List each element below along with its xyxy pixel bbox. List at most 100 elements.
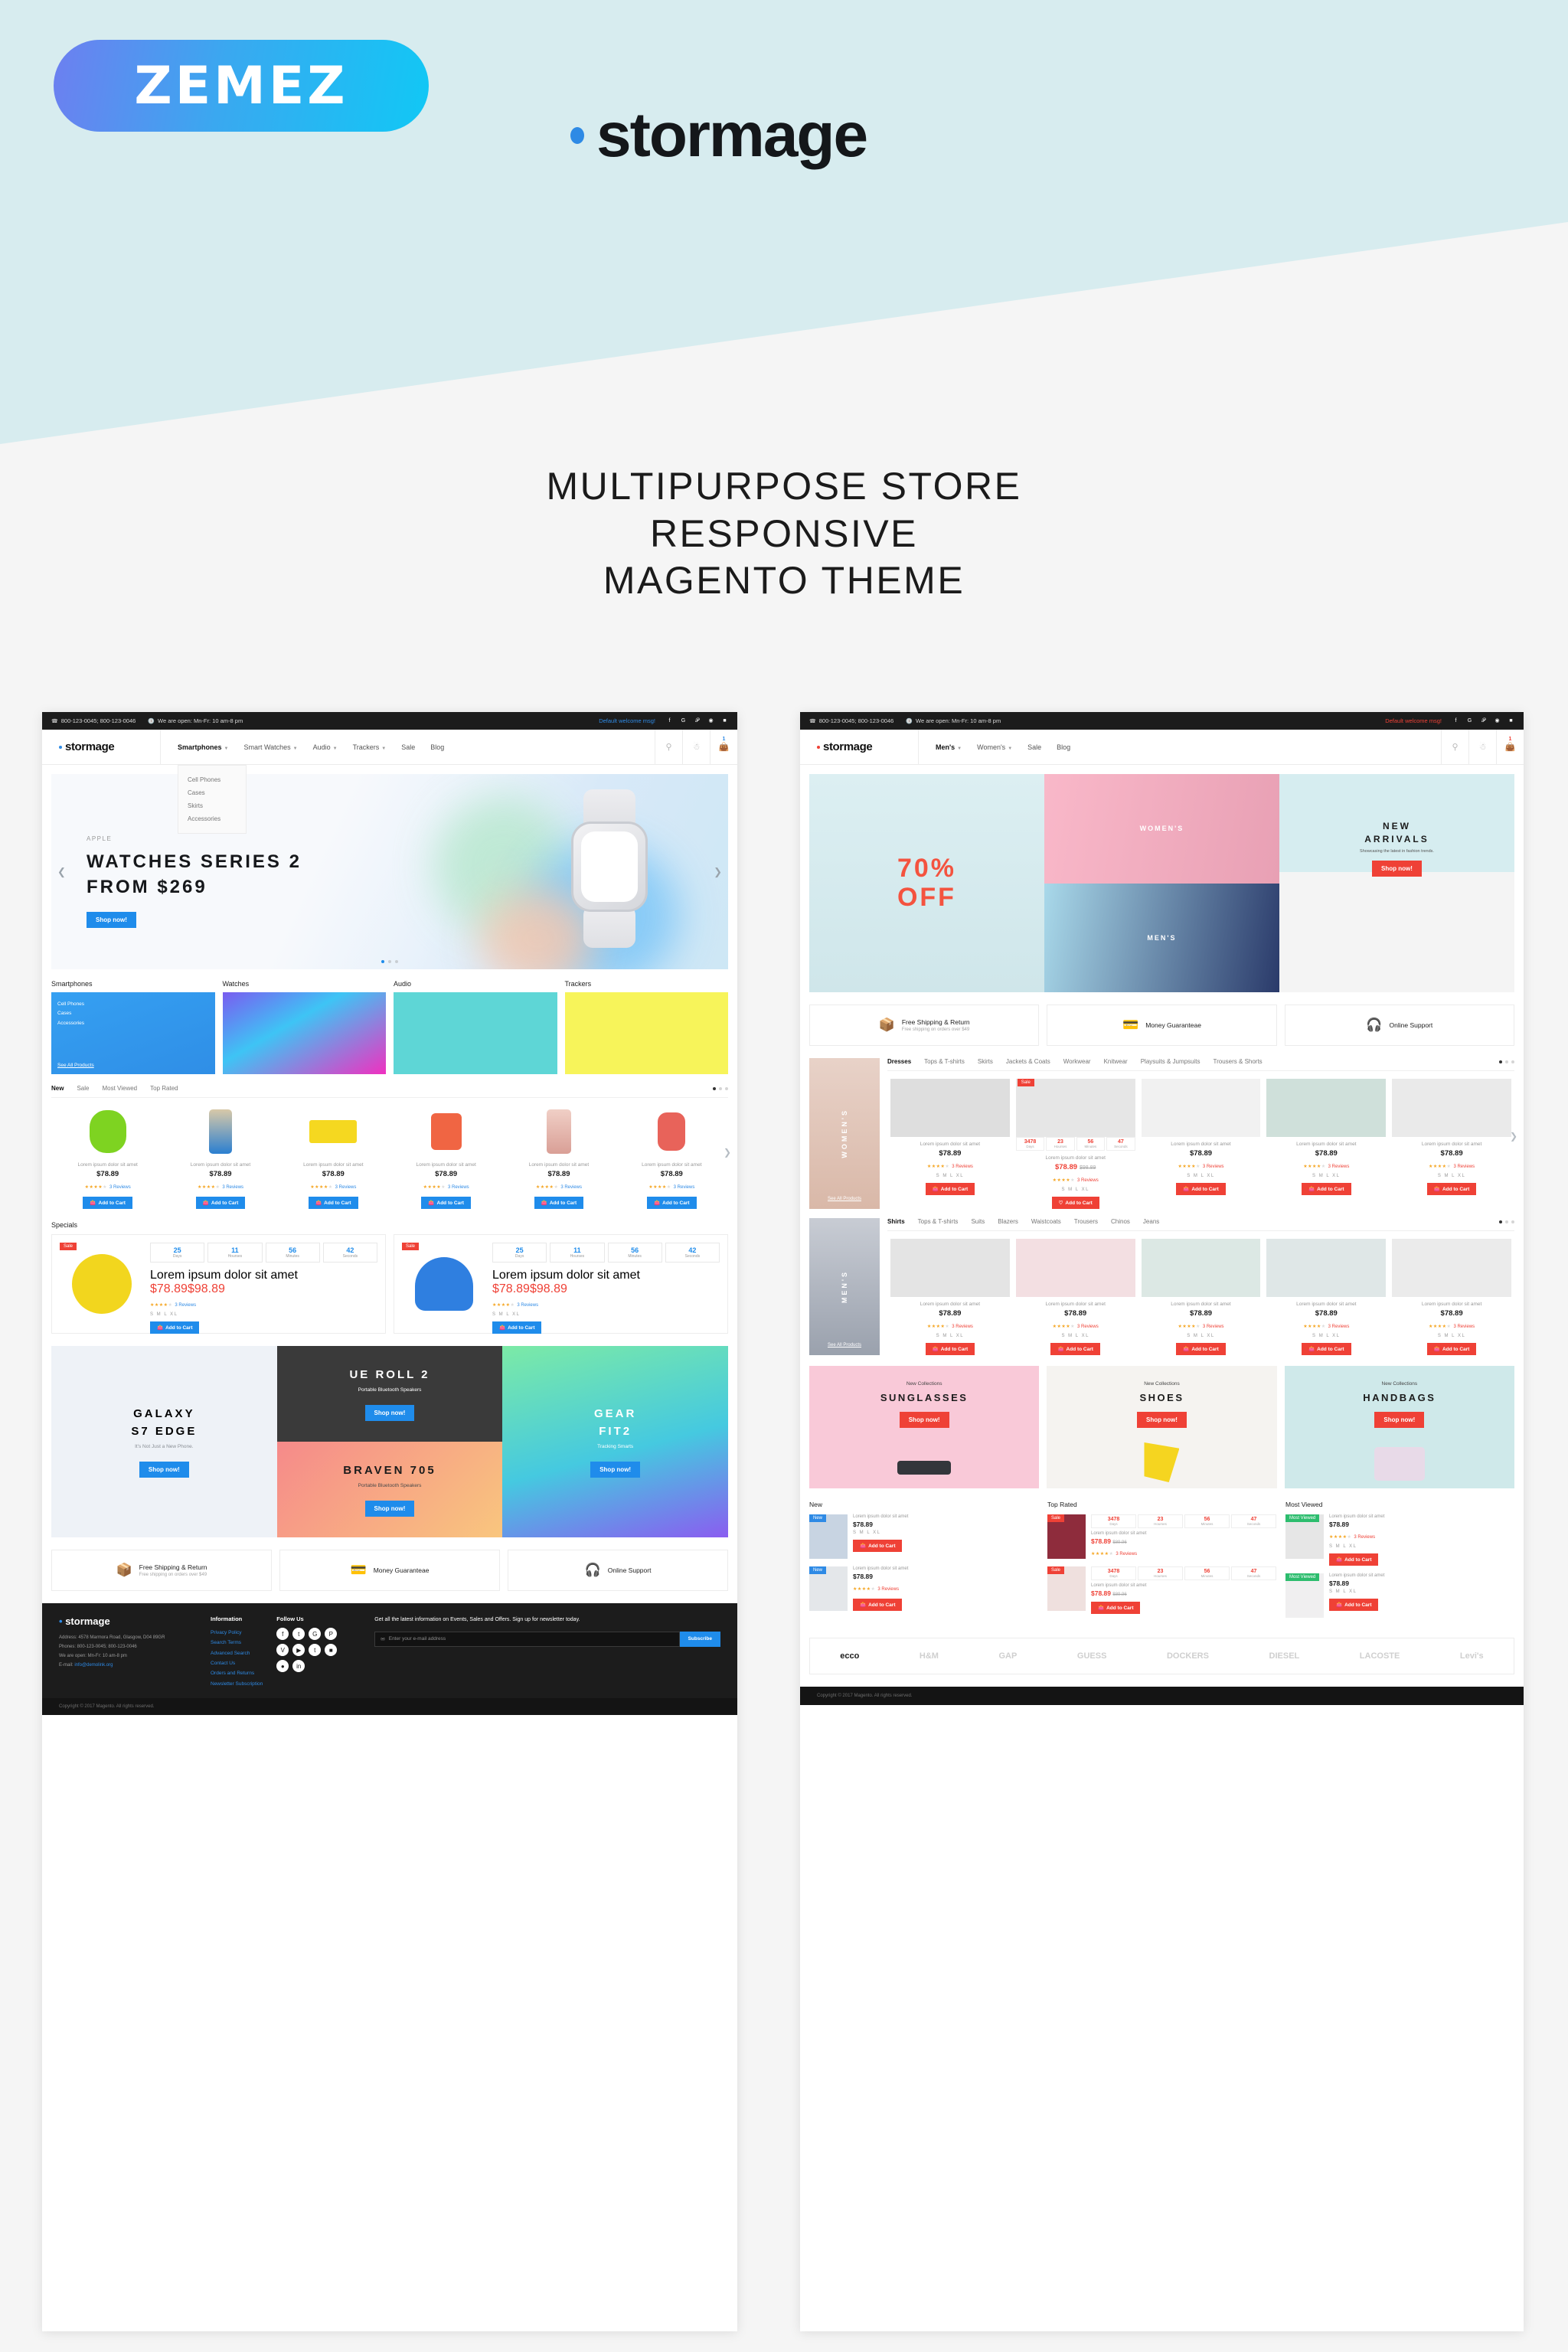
list-item[interactable]: Sale 3478 Days 23 Hourses 56 Minutes 47 Seco…	[1047, 1514, 1276, 1559]
tabs-pagination[interactable]	[1499, 1060, 1514, 1063]
product-reviews[interactable]: 3 Reviews	[674, 1185, 695, 1190]
product-reviews[interactable]: 3 Reviews	[222, 1185, 243, 1190]
nav-item-smart-watches[interactable]: Smart Watches ▼	[243, 743, 297, 751]
tab-most-viewed[interactable]: Most Viewed	[102, 1085, 137, 1092]
tumblr-icon[interactable]: t	[309, 1644, 322, 1656]
mens-side-banner[interactable]: MEN'S See All Products	[809, 1218, 880, 1355]
footer-link-advanced-search[interactable]: Advanced Search	[211, 1648, 263, 1658]
tab-playsuits-jumpsuits[interactable]: Playsuits & Jumpsuits	[1141, 1058, 1200, 1065]
subscribe-button[interactable]: Subscribe	[679, 1631, 720, 1647]
hero-dot-3[interactable]	[395, 960, 398, 963]
product-card[interactable]: Lorem ipsum dolor sit amet $78.89 ★★★★★ 3…	[1263, 1239, 1389, 1355]
product-card[interactable]: Lorem ipsum dolor sit amet $78.89 ★★★★★ 3…	[502, 1106, 615, 1209]
dropdown-item-skirts[interactable]: Skirts	[178, 799, 246, 812]
mosaic-discount-cell[interactable]: 70% OFF	[809, 774, 1044, 992]
hero-shop-now-button[interactable]: Shop now!	[87, 912, 136, 929]
product-reviews[interactable]: 3 Reviews	[1116, 1552, 1137, 1557]
product-reviews[interactable]: 3 Reviews	[560, 1185, 582, 1190]
add-to-cart-button[interactable]: 👛 Add to Cart	[421, 1197, 471, 1209]
collection-shop-now-button[interactable]: Shop now!	[1374, 1412, 1425, 1428]
add-to-cart-button[interactable]: 👛 Add to Cart	[1050, 1343, 1100, 1355]
collection-shop-now-button[interactable]: Shop now!	[899, 1412, 949, 1428]
left-logo[interactable]: stormage	[42, 729, 161, 765]
promo-shop-now-button[interactable]: Shop now!	[590, 1462, 641, 1478]
youtube-icon[interactable]: ▶	[292, 1644, 305, 1656]
brand-logo-lacoste[interactable]: LACOSTE	[1360, 1651, 1400, 1661]
product-card[interactable]: Sale 3478 Days 23 Hourses 56 Minutes 47 Seco…	[1013, 1079, 1138, 1209]
special-product-card[interactable]: Sale 25 Days 11 Hourses 56 Minutes 42 Second…	[394, 1234, 728, 1334]
newsletter-email-input[interactable]: ✉ Enter your e-mail address	[374, 1631, 680, 1647]
product-reviews[interactable]: 3 Reviews	[1453, 1165, 1475, 1169]
product-card[interactable]: Lorem ipsum dolor sit amet $78.89 ★★★★★ 3…	[1138, 1079, 1264, 1209]
nav-item-trackers[interactable]: Trackers ▼	[353, 743, 387, 751]
product-reviews[interactable]: 3 Reviews	[1077, 1325, 1099, 1329]
category-overlay-links[interactable]: Cell Phones Cases Accessories	[57, 1000, 84, 1028]
see-all-products-link[interactable]: See All Products	[828, 1197, 861, 1201]
tabs-dot-1[interactable]	[1499, 1220, 1502, 1223]
service-money-guarantee[interactable]: 💳 Money Guaranteae	[1047, 1004, 1277, 1046]
mosaic-new-arrivals-cell[interactable]: NEW ARRIVALS Showcasing the latest in fa…	[1279, 774, 1514, 992]
topbar-social-links[interactable]: f G 𝒫 ◉ ■	[1452, 717, 1514, 724]
overlay-link-cell-phones[interactable]: Cell Phones	[57, 1000, 84, 1009]
instagram-icon[interactable]: ■	[721, 717, 728, 724]
search-icon[interactable]: ⚲	[1441, 729, 1468, 765]
add-to-cart-button[interactable]: 👛 Add to Cart	[853, 1599, 903, 1611]
hero-prev-arrow[interactable]: ❮	[57, 866, 66, 878]
brand-logo-ecco[interactable]: ecco	[840, 1651, 859, 1661]
size-options[interactable]: S M L XL	[1392, 1334, 1511, 1338]
product-card[interactable]: Lorem ipsum dolor sit amet $78.89 ★★★★★ 3…	[51, 1106, 164, 1209]
tab-workwear[interactable]: Workwear	[1063, 1058, 1091, 1065]
add-to-cart-button[interactable]: 👛 Add to Cart	[534, 1197, 584, 1209]
mosaic-mens-cell[interactable]: MEN'S	[1044, 883, 1279, 992]
promo-shop-now-button[interactable]: Shop now!	[139, 1462, 189, 1478]
brand-logo-hm[interactable]: H&M	[920, 1651, 939, 1661]
product-reviews[interactable]: 3 Reviews	[952, 1165, 973, 1169]
add-to-cart-button[interactable]: 👛 Add to Cart	[647, 1197, 697, 1209]
add-to-cart-button[interactable]: 👛 Add to Cart	[1091, 1602, 1141, 1614]
service-free-shipping[interactable]: 📦 Free Shipping & Return Free shipping o…	[51, 1550, 272, 1591]
product-card[interactable]: Lorem ipsum dolor sit amet $78.89 ★★★★★ 3…	[1389, 1079, 1514, 1209]
nav-item-mens[interactable]: Men's ▼	[936, 743, 962, 751]
list-item[interactable]: New Lorem ipsum dolor sit amet $78.89 S …	[809, 1514, 1038, 1559]
google-plus-icon[interactable]: G	[309, 1628, 322, 1640]
twitter-icon[interactable]: t	[292, 1628, 305, 1640]
list-item[interactable]: New Lorem ipsum dolor sit amet $78.89 ★★…	[809, 1566, 1038, 1611]
dropdown-item-cases[interactable]: Cases	[178, 786, 246, 799]
product-card[interactable]: Lorem ipsum dolor sit amet $78.89 ★★★★★ 3…	[887, 1239, 1013, 1355]
add-to-cart-button[interactable]: 👛 Add to Cart	[1176, 1343, 1226, 1355]
add-to-cart-button[interactable]: 👛 Add to Cart	[150, 1321, 200, 1334]
product-next-arrow[interactable]: ❯	[724, 1147, 731, 1158]
size-options[interactable]: S M L XL	[890, 1334, 1010, 1338]
product-reviews[interactable]: 3 Reviews	[877, 1587, 899, 1592]
product-reviews[interactable]: 3 Reviews	[952, 1325, 973, 1329]
add-to-cart-button[interactable]: 👛 Add to Cart	[1302, 1183, 1351, 1195]
hero-dot-2[interactable]	[388, 960, 391, 963]
product-reviews[interactable]: 3 Reviews	[1354, 1535, 1375, 1540]
list-item[interactable]: Sale 3478 Days 23 Hourses 56 Minutes 47 Seco…	[1047, 1566, 1276, 1614]
brand-logo-gap[interactable]: GAP	[999, 1651, 1018, 1661]
search-icon[interactable]: ⚲	[655, 729, 682, 765]
product-reviews[interactable]: 3 Reviews	[517, 1303, 538, 1308]
right-logo[interactable]: stormage	[800, 729, 919, 765]
add-to-cart-button[interactable]: 👛 Add to Cart	[1329, 1599, 1379, 1611]
service-money-guarantee[interactable]: 💳 Money Guaranteae	[279, 1550, 500, 1591]
add-to-cart-button[interactable]: 👛 Add to Cart	[1329, 1553, 1379, 1566]
pinterest-icon[interactable]: ◉	[707, 717, 714, 724]
service-free-shipping[interactable]: 📦 Free Shipping & Return Free shipping o…	[809, 1004, 1040, 1046]
add-to-cart-button[interactable]: 👛 Add to Cart	[853, 1540, 903, 1552]
promo-galaxy-s7[interactable]: GALAXY S7 EDGE It's Not Just a New Phone…	[51, 1346, 277, 1537]
size-options[interactable]: S M L XL	[492, 1312, 720, 1317]
dropdown-item-accessories[interactable]: Accessories	[178, 812, 246, 825]
size-options[interactable]: S M L XL	[1392, 1174, 1511, 1178]
product-card[interactable]: Lorem ipsum dolor sit amet $78.89 ★★★★★ 3…	[1389, 1239, 1514, 1355]
overlay-link-accessories[interactable]: Accessories	[57, 1019, 84, 1028]
product-card[interactable]: Lorem ipsum dolor sit amet $78.89 ★★★★★ 3…	[1263, 1079, 1389, 1209]
instagram-icon[interactable]: ■	[325, 1644, 338, 1656]
pinterest-icon[interactable]: P	[325, 1628, 338, 1640]
nav-item-womens[interactable]: Women's ▼	[977, 743, 1012, 751]
vimeo-icon[interactable]: V	[276, 1644, 289, 1656]
heart-icon[interactable]: ♡	[1059, 1200, 1063, 1206]
footer-link-orders-returns[interactable]: Orders and Returns	[211, 1668, 263, 1678]
hero-pagination-dots[interactable]	[381, 960, 398, 963]
add-to-cart-button[interactable]: 👛 Add to Cart	[1426, 1343, 1477, 1355]
